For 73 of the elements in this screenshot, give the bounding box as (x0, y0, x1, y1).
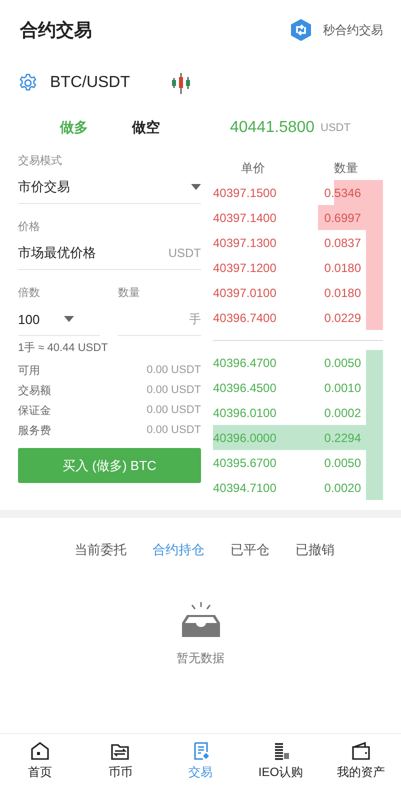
depth-bar (366, 350, 383, 375)
bid-price[interactable]: 40396.4700 (213, 356, 276, 370)
caret-icon (64, 316, 74, 322)
ask-amount: 0.0229 (324, 310, 361, 324)
bid-amount: 0.0002 (324, 406, 361, 420)
ask-amount: 0.0180 (324, 286, 361, 300)
order-tab[interactable]: 当前委托 (74, 541, 126, 559)
pair-symbol[interactable]: BTC/USDT (50, 74, 130, 92)
price-field[interactable]: 市场最优价格 USDT (18, 237, 201, 270)
empty-text: 暂无数据 (176, 650, 224, 667)
bid-amount: 0.0050 (324, 456, 361, 470)
ask-amount: 0.0837 (324, 236, 361, 250)
info-label: 保证金 (18, 404, 51, 418)
nav-item[interactable]: 我的资产 (320, 734, 401, 788)
column-header: 数量 (334, 160, 358, 176)
field-label: 交易模式 (18, 154, 63, 168)
amount-field[interactable]: 手 (118, 303, 201, 336)
bid-price[interactable]: 40396.0100 (213, 406, 276, 420)
ask-price[interactable]: 40397.1400 (213, 210, 276, 224)
lot-note: 1手 ≈ 40.44 USDT (18, 341, 109, 356)
caret-icon (191, 184, 201, 190)
bid-price[interactable]: 40396.0000 (213, 430, 276, 444)
nav-item[interactable]: 首页 (0, 734, 80, 788)
ask-price[interactable]: 40397.1300 (213, 236, 276, 250)
order-tab[interactable]: 已平仓 (230, 541, 270, 559)
price-unit: USDT (320, 122, 350, 134)
exchange-icon (110, 741, 130, 761)
bid-amount: 0.0010 (324, 380, 361, 394)
empty-tray-icon (180, 602, 222, 638)
ask-price[interactable]: 40397.1200 (213, 260, 276, 274)
mode-select[interactable]: 市价交易 (18, 171, 201, 204)
ask-price[interactable]: 40397.1500 (213, 186, 276, 200)
bid-amount: 0.0050 (324, 356, 361, 370)
ask-amount: 0.0180 (324, 260, 361, 274)
bid-amount: 0.0020 (324, 480, 361, 494)
depth-bar (366, 475, 383, 500)
ask-amount: 0.6997 (324, 210, 361, 224)
home-icon (30, 741, 50, 761)
nav-item[interactable]: IEO认购 (240, 734, 321, 788)
swap-icon (289, 18, 313, 42)
info-value: 0.00 USDT (146, 424, 201, 436)
ask-price[interactable]: 40397.0100 (213, 286, 276, 300)
info-label: 交易额 (18, 384, 51, 398)
nav-item[interactable]: 交易 (160, 734, 241, 788)
settings-icon[interactable] (18, 73, 38, 93)
bid-price[interactable]: 40395.6700 (213, 456, 276, 470)
ask-price[interactable]: 40396.7400 (213, 310, 276, 324)
column-header: 单价 (241, 160, 265, 176)
ask-amount: 0.5346 (324, 186, 361, 200)
info-value: 0.00 USDT (146, 384, 201, 396)
field-label: 价格 (18, 220, 41, 234)
side-tab[interactable]: 做多 (60, 119, 132, 137)
field-label: 数量 (118, 286, 141, 300)
leverage-select[interactable]: 100 (18, 303, 100, 336)
candlestick-icon[interactable] (170, 72, 192, 94)
order-tab[interactable]: 合约持仓 (152, 541, 204, 559)
info-label: 可用 (18, 364, 40, 378)
info-label: 服务费 (18, 424, 51, 438)
bid-price[interactable]: 40394.7100 (213, 480, 276, 494)
last-price: 40441.5800 (230, 119, 315, 137)
field-label: 倍数 (18, 286, 41, 300)
order-tab[interactable]: 已撤销 (296, 541, 334, 559)
info-value: 0.00 USDT (146, 364, 201, 376)
info-value: 0.00 USDT (146, 404, 201, 416)
buy-button[interactable]: 买入 (做多) BTC (18, 448, 201, 483)
bid-amount: 0.2294 (324, 430, 361, 444)
wallet-icon (350, 741, 371, 761)
depth-bar (366, 305, 383, 330)
bid-price[interactable]: 40396.4500 (213, 380, 276, 394)
nav-item[interactable]: 币币 (80, 734, 160, 788)
side-tab[interactable]: 做空 (132, 119, 204, 137)
second-contract-link[interactable]: 秒合约交易 (289, 18, 383, 42)
page-title: 合约交易 (20, 19, 92, 42)
